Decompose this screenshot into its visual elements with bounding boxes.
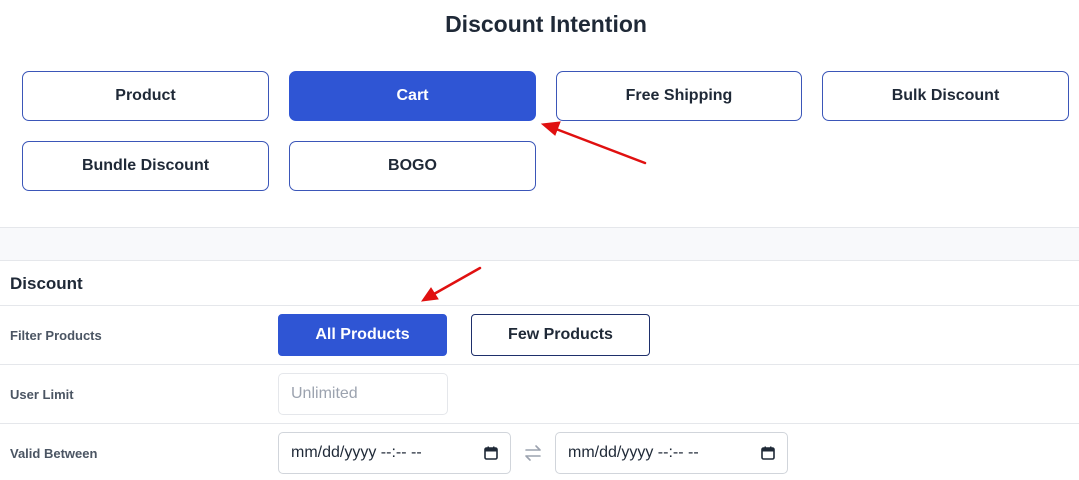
row-divider xyxy=(0,305,1079,306)
annotation-arrow-all-products xyxy=(420,266,482,302)
intention-bulk-discount-button[interactable]: Bulk Discount xyxy=(822,71,1069,121)
intention-free-shipping-button[interactable]: Free Shipping xyxy=(556,71,802,121)
calendar-icon[interactable] xyxy=(484,446,498,460)
discount-section-title: Discount xyxy=(10,274,83,293)
start-date-input[interactable]: mm/dd/yyyy --:-- -- xyxy=(278,432,511,474)
calendar-icon[interactable] xyxy=(761,446,775,460)
annotation-arrow-cart xyxy=(540,121,647,165)
intention-bundle-discount-button[interactable]: Bundle Discount xyxy=(22,141,269,191)
filter-products-label: Filter Products xyxy=(10,328,102,343)
swap-arrows-icon xyxy=(523,444,543,462)
user-limit-label: User Limit xyxy=(10,387,74,402)
intention-cart-button[interactable]: Cart xyxy=(289,71,536,121)
few-products-button[interactable]: Few Products xyxy=(471,314,650,356)
intention-bogo-button[interactable]: BOGO xyxy=(289,141,536,191)
end-date-placeholder: mm/dd/yyyy --:-- -- xyxy=(568,444,699,461)
start-date-placeholder: mm/dd/yyyy --:-- -- xyxy=(291,444,422,461)
row-divider xyxy=(0,364,1079,365)
section-separator xyxy=(0,227,1079,261)
row-divider xyxy=(0,423,1079,424)
user-limit-input[interactable] xyxy=(278,373,448,415)
valid-between-label: Valid Between xyxy=(10,446,98,461)
all-products-button[interactable]: All Products xyxy=(278,314,447,356)
intention-product-button[interactable]: Product xyxy=(22,71,269,121)
page-title: Discount Intention xyxy=(445,11,647,37)
end-date-input[interactable]: mm/dd/yyyy --:-- -- xyxy=(555,432,788,474)
